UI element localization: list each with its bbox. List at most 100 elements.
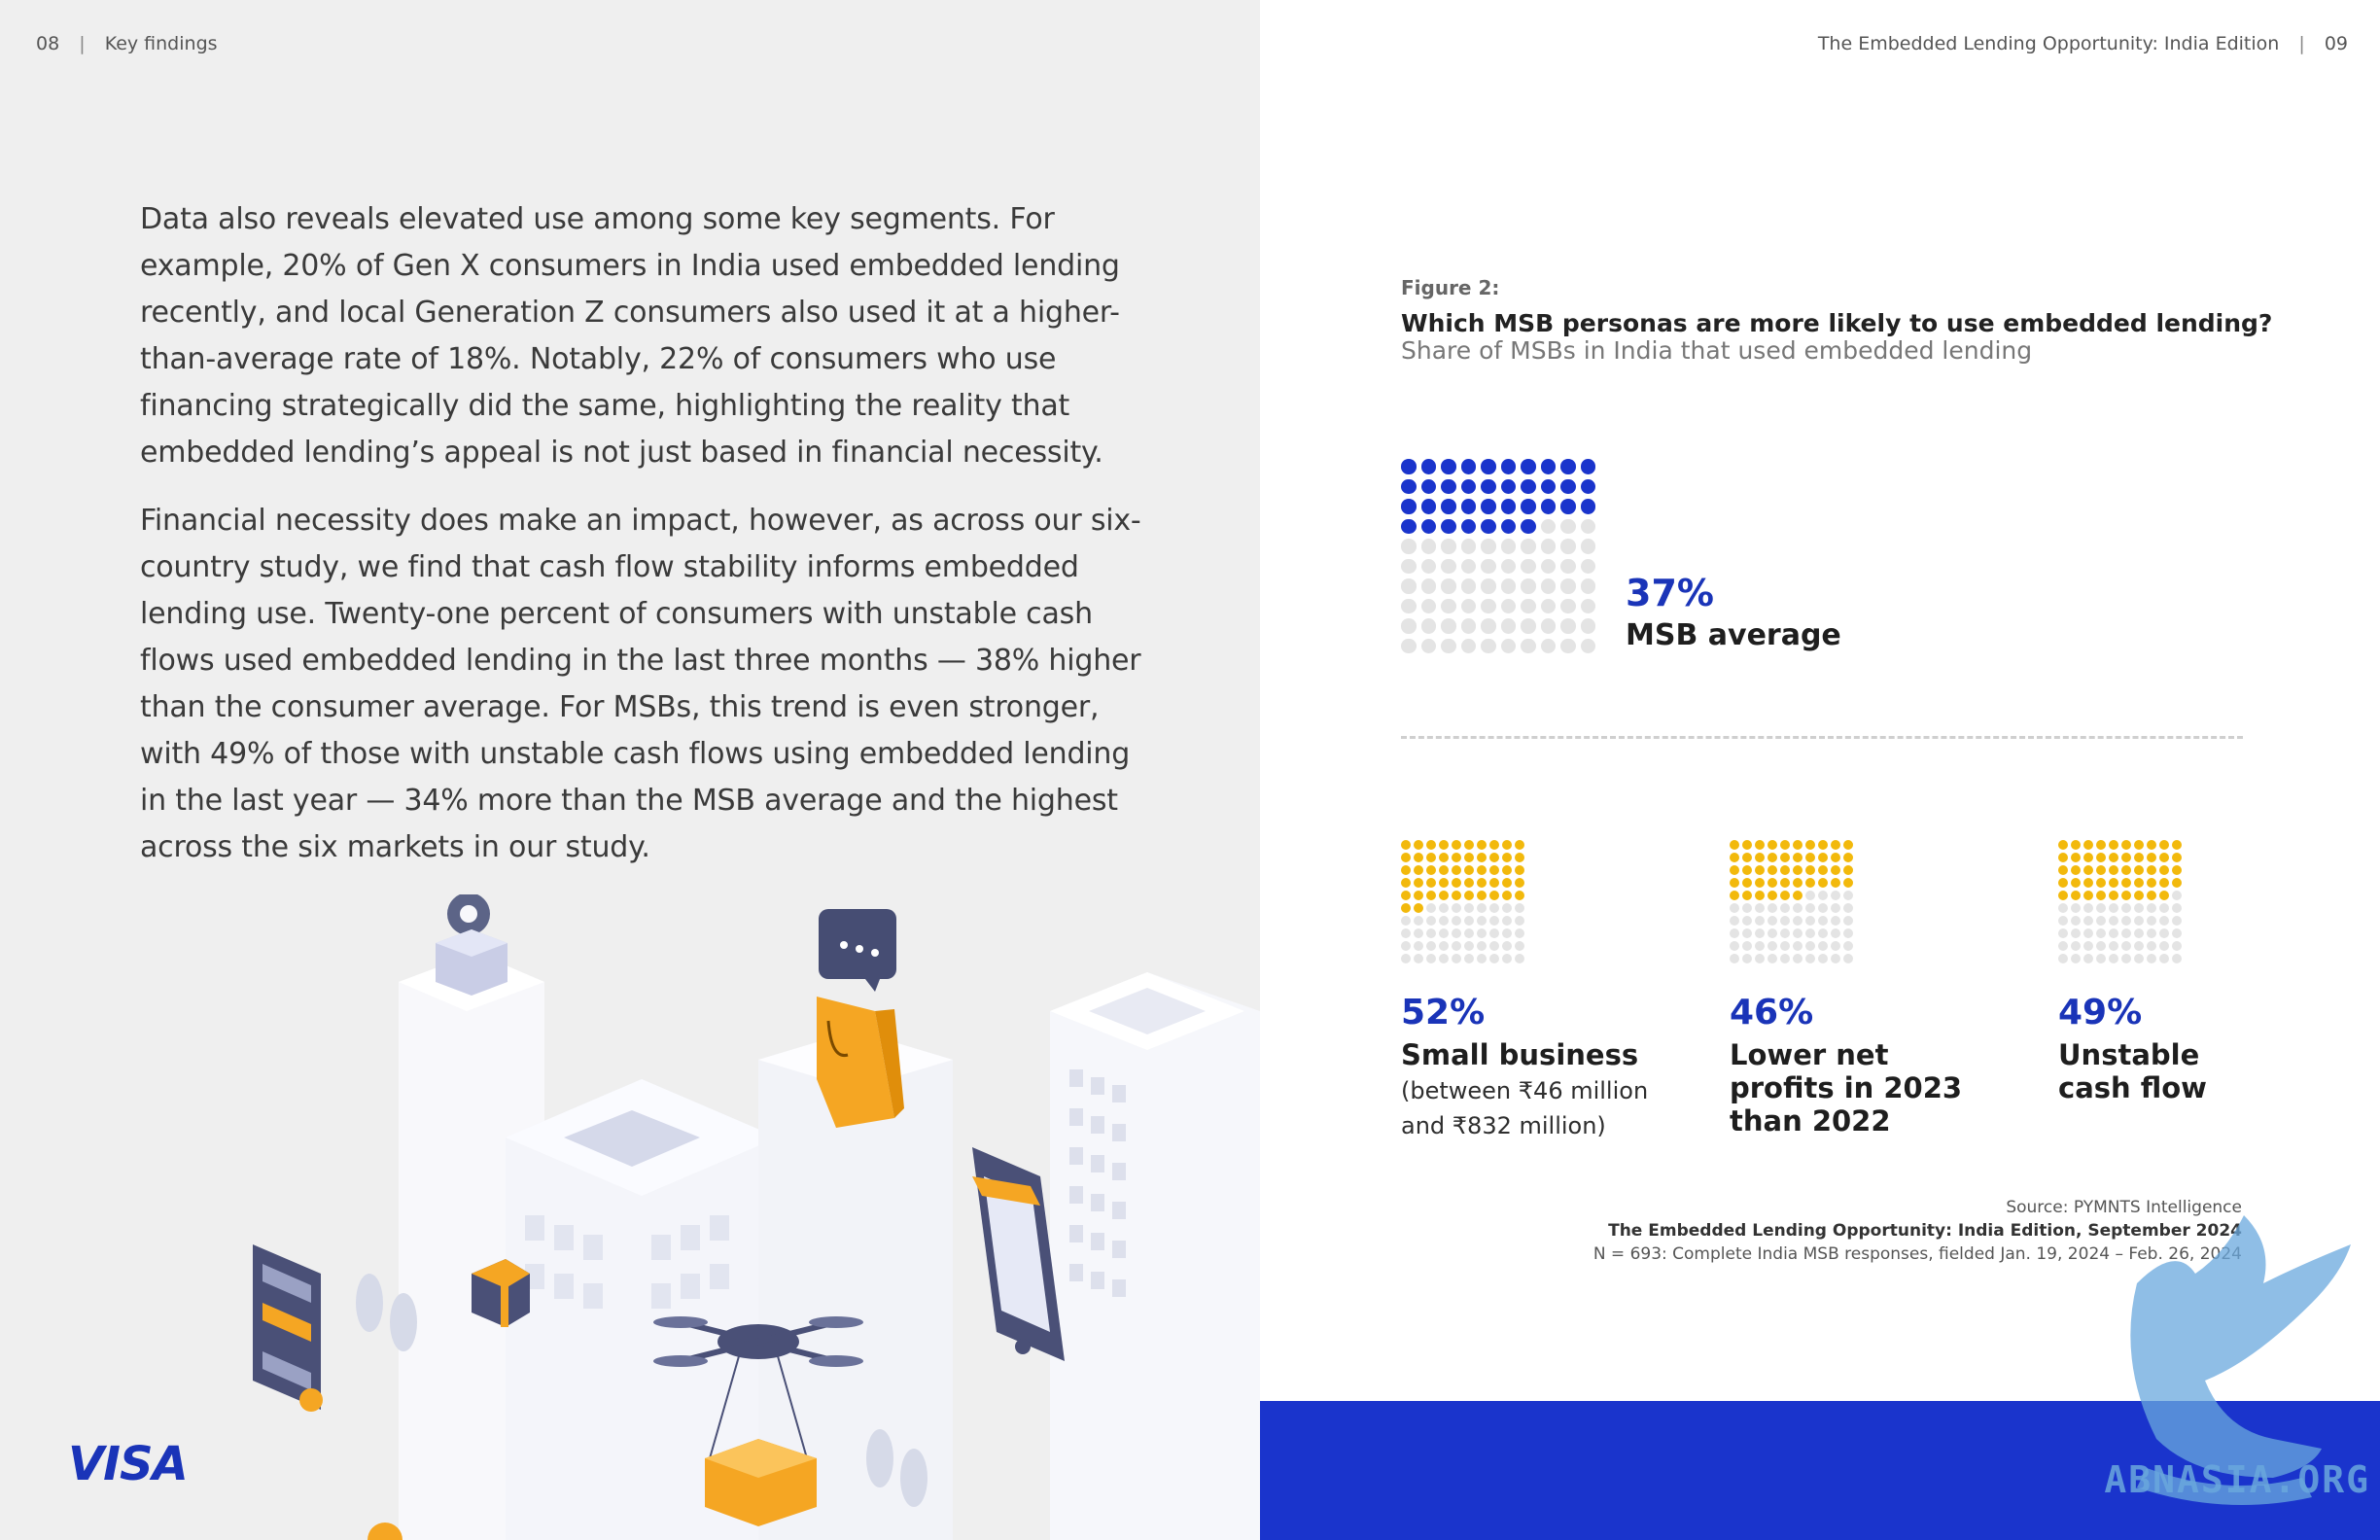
waffle-dot-filled xyxy=(1464,865,1474,875)
waffle-dot-empty xyxy=(1818,916,1828,926)
waffle-dot-empty xyxy=(1580,598,1595,613)
building-right-tower xyxy=(1050,972,1260,1540)
waffle-dot-filled xyxy=(1439,853,1449,862)
waffle-dot-empty xyxy=(1481,558,1496,574)
average-label: MSB average xyxy=(1626,618,1841,652)
waffle-dot-filled xyxy=(2096,840,2106,850)
waffle-dot-empty xyxy=(1730,903,1739,913)
waffle-dot-filled xyxy=(1500,499,1516,514)
waffle-dot-empty xyxy=(2058,916,2068,926)
waffle-dot-filled xyxy=(1452,840,1461,850)
waffle-dot-empty xyxy=(1805,891,1815,900)
waffle-dot-empty xyxy=(1420,598,1436,613)
waffle-dot-filled xyxy=(1843,878,1853,888)
waffle-dot-empty xyxy=(1489,928,1499,938)
waffle-dot-filled xyxy=(1580,478,1595,494)
waffle-dot-empty xyxy=(1540,539,1556,554)
persona-waffle-chart xyxy=(1730,840,2021,963)
waffle-dot-filled xyxy=(1460,459,1476,474)
waffle-dot-filled xyxy=(1521,499,1536,514)
waffle-dot-empty xyxy=(2159,916,2169,926)
waffle-dot-empty xyxy=(1489,916,1499,926)
waffle-dot-filled xyxy=(1793,840,1802,850)
waffle-dot-filled xyxy=(2147,840,2156,850)
waffle-dot-filled xyxy=(2121,840,2131,850)
waffle-dot-filled xyxy=(1755,878,1765,888)
waffle-dot-empty xyxy=(1521,618,1536,634)
waffle-dot-filled xyxy=(1401,478,1417,494)
waffle-dot-empty xyxy=(1489,903,1499,913)
waffle-dot-empty xyxy=(1540,638,1556,653)
waffle-dot-filled xyxy=(2109,878,2118,888)
waffle-dot-empty xyxy=(2134,941,2144,951)
waffle-dot-empty xyxy=(2058,954,2068,963)
waffle-dot-filled xyxy=(1818,853,1828,862)
waffle-dot-filled xyxy=(1452,891,1461,900)
waffle-dot-empty xyxy=(1793,954,1802,963)
waffle-dot-empty xyxy=(1580,558,1595,574)
waffle-dot-empty xyxy=(1521,539,1536,554)
waffle-dot-filled xyxy=(1730,891,1739,900)
waffle-dot-empty xyxy=(1755,954,1765,963)
waffle-dot-filled xyxy=(1742,878,1752,888)
waffle-dot-empty xyxy=(1441,558,1456,574)
figure-subtitle: Share of MSBs in India that used embedde… xyxy=(1401,336,2033,365)
waffle-dot-empty xyxy=(2071,903,2081,913)
waffle-dot-filled xyxy=(1831,865,1840,875)
waffle-dot-filled xyxy=(1805,865,1815,875)
waffle-dot-empty xyxy=(2071,928,2081,938)
waffle-dot-filled xyxy=(2083,840,2093,850)
waffle-dot-empty xyxy=(1560,539,1576,554)
persona-waffle-chart xyxy=(2058,840,2350,963)
waffle-grid xyxy=(1401,840,1693,963)
waffle-dot-filled xyxy=(1793,878,1802,888)
waffle-dot-empty xyxy=(1580,518,1595,534)
waffle-dot-filled xyxy=(1793,853,1802,862)
waffle-dot-filled xyxy=(1401,891,1411,900)
waffle-dot-filled xyxy=(1502,865,1512,875)
waffle-dot-filled xyxy=(1500,478,1516,494)
waffle-dot-filled xyxy=(1420,518,1436,534)
waffle-dot-filled xyxy=(1452,878,1461,888)
waffle-dot-empty xyxy=(1580,578,1595,594)
waffle-dot-filled xyxy=(1477,865,1487,875)
waffle-dot-filled xyxy=(2109,865,2118,875)
waffle-dot-filled xyxy=(1452,853,1461,862)
waffle-dot-empty xyxy=(1818,928,1828,938)
waffle-dot-empty xyxy=(1439,928,1449,938)
waffle-dot-filled xyxy=(2058,853,2068,862)
waffle-dot-empty xyxy=(2172,916,2182,926)
waffle-dot-empty xyxy=(1768,916,1777,926)
waffle-dot-filled xyxy=(2147,853,2156,862)
waffle-dot-empty xyxy=(1414,941,1423,951)
waffle-dot-filled xyxy=(1515,878,1524,888)
waffle-dot-empty xyxy=(2083,903,2093,913)
waffle-dot-filled xyxy=(1805,878,1815,888)
waffle-dot-filled xyxy=(1489,840,1499,850)
waffle-dot-filled xyxy=(1460,499,1476,514)
waffle-dot-filled xyxy=(1464,878,1474,888)
waffle-dot-filled xyxy=(1401,499,1417,514)
waffle-dot-empty xyxy=(1521,578,1536,594)
waffle-grid xyxy=(2058,840,2350,963)
waffle-dot-filled xyxy=(1755,891,1765,900)
waffle-dot-empty xyxy=(1464,903,1474,913)
waffle-dot-filled xyxy=(2083,878,2093,888)
waffle-dot-empty xyxy=(1768,903,1777,913)
waffle-dot-filled xyxy=(1414,903,1423,913)
waffle-dot-empty xyxy=(1843,891,1853,900)
waffle-dot-empty xyxy=(1477,928,1487,938)
waffle-dot-empty xyxy=(1831,891,1840,900)
waffle-dot-empty xyxy=(1401,558,1417,574)
waffle-dot-filled xyxy=(1730,840,1739,850)
right-page: The Embedded Lending Opportunity: India … xyxy=(1260,0,2380,1540)
waffle-dot-filled xyxy=(2159,878,2169,888)
waffle-dot-filled xyxy=(1730,865,1739,875)
waffle-dot-empty xyxy=(1793,916,1802,926)
waffle-dot-filled xyxy=(1464,853,1474,862)
waffle-dot-filled xyxy=(1502,853,1512,862)
waffle-dot-filled xyxy=(1793,865,1802,875)
waffle-dot-filled xyxy=(1426,853,1436,862)
waffle-dot-empty xyxy=(2172,891,2182,900)
waffle-dot-filled xyxy=(1742,840,1752,850)
